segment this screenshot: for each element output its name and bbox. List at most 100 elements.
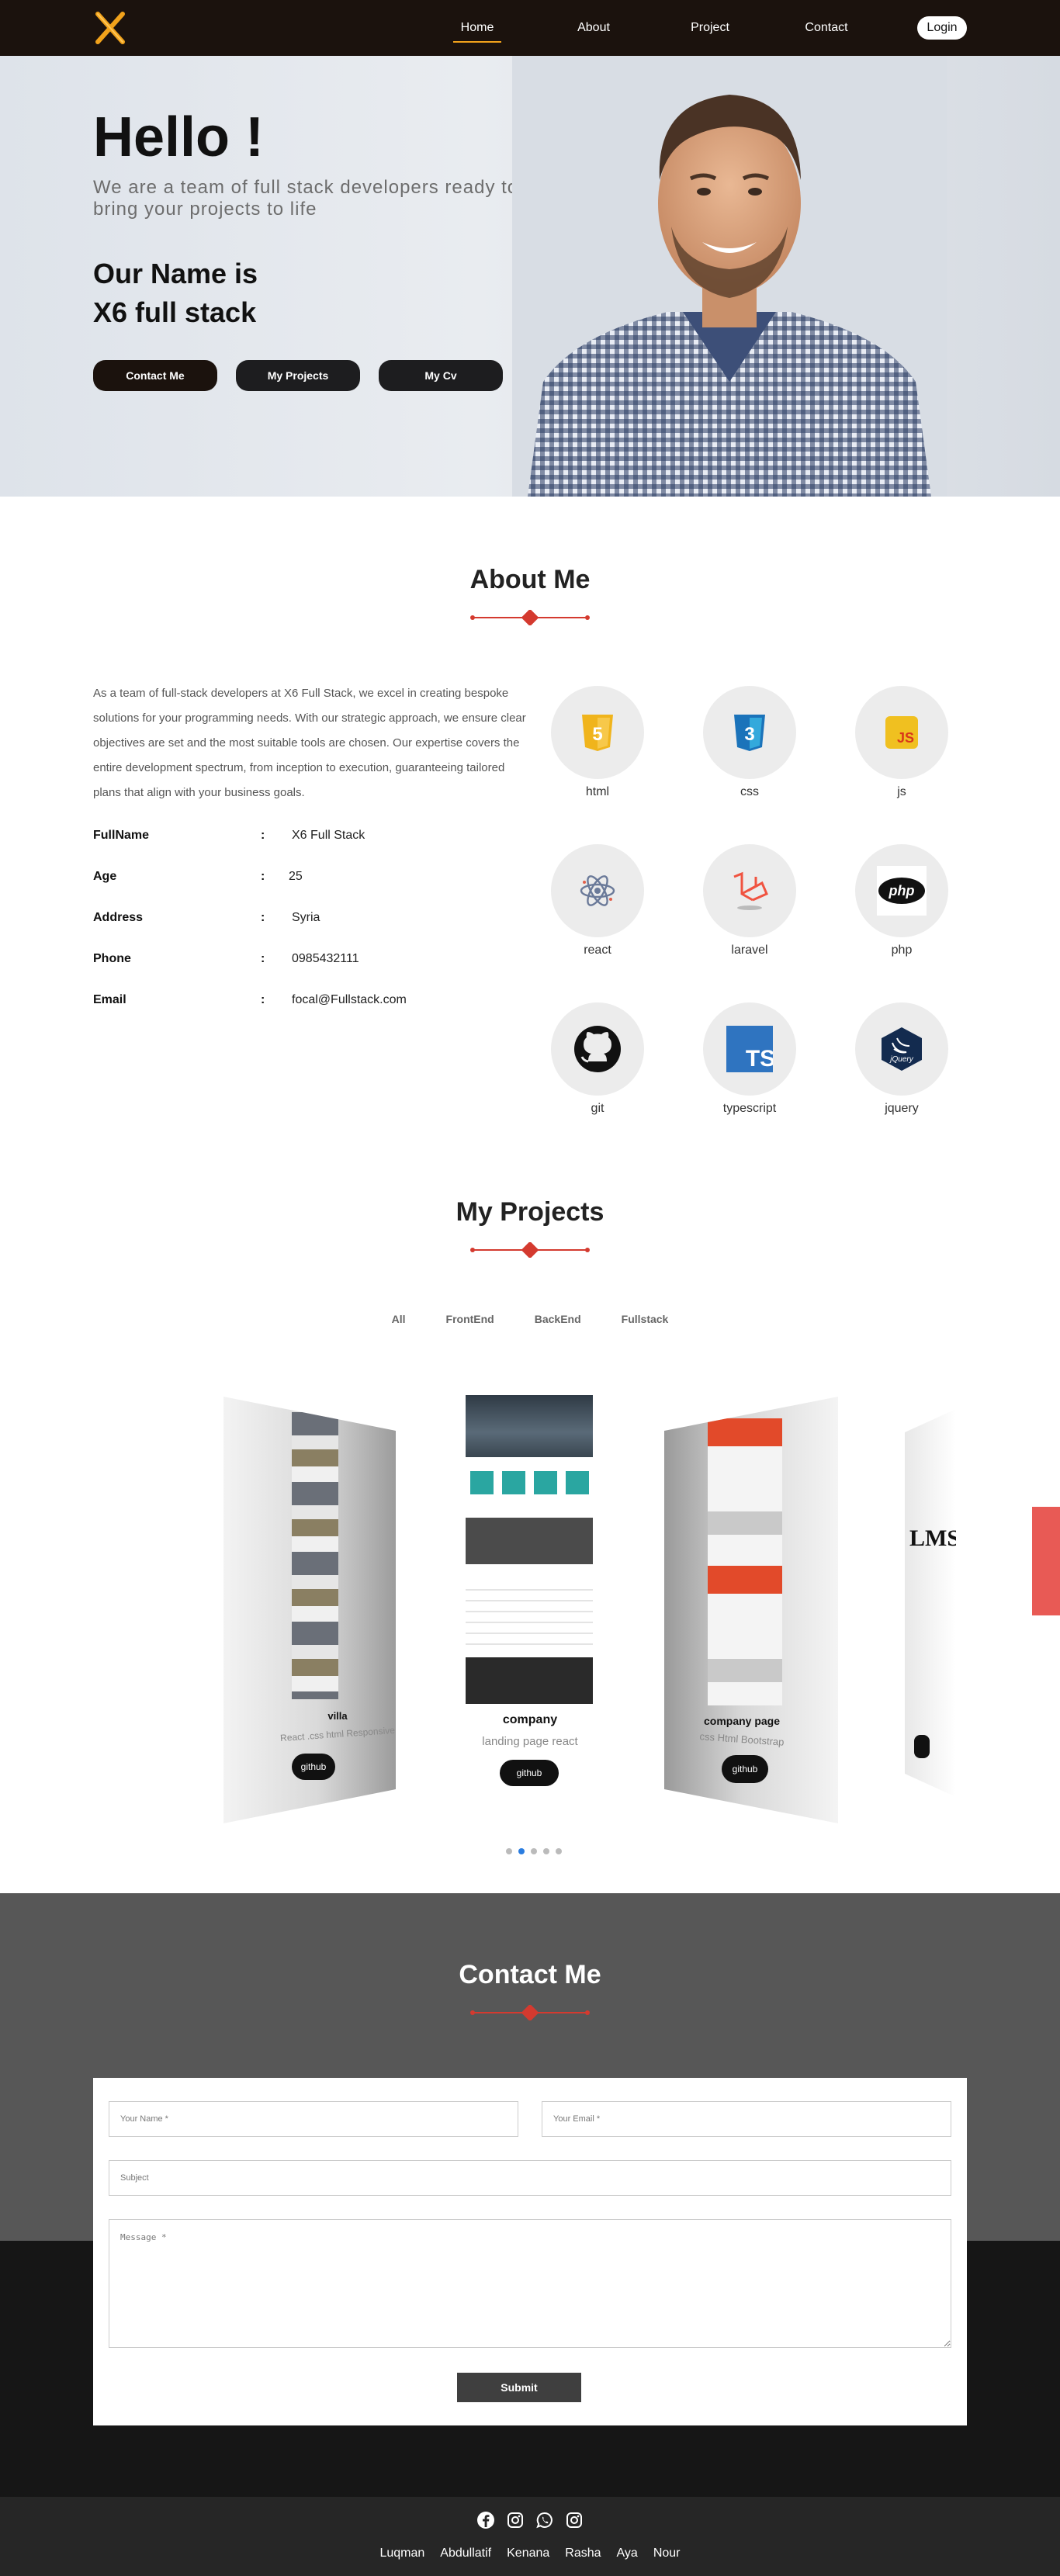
about-title: About Me xyxy=(469,565,591,594)
info-value: 25 xyxy=(289,870,303,883)
skill-label: react xyxy=(584,943,611,957)
filter-frontend[interactable]: FrontEnd xyxy=(446,1313,494,1325)
nav-about[interactable]: About xyxy=(535,21,652,35)
project-card-villa[interactable]: villa React .css html Responsive github xyxy=(223,1397,396,1823)
html5-icon: 5 xyxy=(582,715,613,751)
github-button[interactable] xyxy=(914,1735,930,1758)
skill-label: css xyxy=(740,785,759,798)
css3-icon: 3 xyxy=(734,715,765,751)
jquery-icon: jQuery xyxy=(882,1027,922,1071)
svg-text:3: 3 xyxy=(744,724,754,745)
info-row-fullname: FullName : X6 Full Stack xyxy=(93,824,497,865)
team-name[interactable]: Aya xyxy=(617,2547,638,2560)
carousel-dot[interactable] xyxy=(531,1848,537,1854)
subject-input[interactable] xyxy=(109,2160,951,2196)
svg-text:jQuery: jQuery xyxy=(889,1055,913,1064)
laravel-icon xyxy=(733,871,768,910)
team-name[interactable]: Kenana xyxy=(507,2547,549,2560)
react-icon xyxy=(580,875,615,906)
projects-title: My Projects xyxy=(456,1197,604,1227)
github-icon xyxy=(574,1026,621,1072)
info-key: Age xyxy=(93,870,117,883)
login-button[interactable]: Login xyxy=(917,16,967,40)
submit-button[interactable]: Submit xyxy=(457,2373,581,2402)
info-key: FullName xyxy=(93,829,150,842)
skill-git: git xyxy=(549,1002,646,1116)
team-name[interactable]: Rasha xyxy=(565,2547,601,2560)
info-separator: : xyxy=(261,911,265,924)
contact-form: Submit xyxy=(93,2078,967,2425)
skill-react: react xyxy=(549,844,646,957)
section-divider-icon xyxy=(470,2005,590,2020)
info-row-email: Email : focal@Fullstack.com xyxy=(93,989,497,1030)
whatsapp-icon[interactable] xyxy=(535,2511,554,2529)
typescript-icon: TS xyxy=(726,1026,773,1072)
project-subtitle: css Html Bootstrap xyxy=(699,1730,785,1748)
project-screenshot xyxy=(466,1395,593,1705)
info-separator: : xyxy=(261,870,265,883)
info-value: X6 Full Stack xyxy=(292,829,365,842)
info-separator: : xyxy=(261,829,265,842)
github-button[interactable]: github xyxy=(722,1755,768,1783)
filter-fullstack[interactable]: Fullstack xyxy=(622,1313,669,1325)
team-name[interactable]: Abdullatif xyxy=(440,2547,491,2560)
facebook-icon[interactable] xyxy=(476,2511,495,2529)
nav-contact[interactable]: Contact xyxy=(768,21,885,35)
carousel-dot-active[interactable] xyxy=(518,1848,525,1854)
info-key: Phone xyxy=(93,952,131,965)
section-divider-icon xyxy=(470,1242,590,1258)
project-card-company-page[interactable]: company page css Html Bootstrap github xyxy=(664,1397,838,1823)
team-name[interactable]: Luqman xyxy=(379,2547,424,2560)
svg-text:JS: JS xyxy=(897,730,914,746)
info-table: FullName : X6 Full Stack Age : 25 Addres… xyxy=(93,824,497,1030)
hero-title: Hello ! xyxy=(93,106,265,168)
project-card-company[interactable]: company landing page react github xyxy=(462,1395,598,1806)
svg-text:TS: TS xyxy=(746,1046,773,1072)
github-button[interactable]: github xyxy=(292,1754,335,1780)
project-filters: All FrontEnd BackEnd Fullstack xyxy=(0,1313,1060,1325)
email-input[interactable] xyxy=(542,2101,951,2137)
skill-label: git xyxy=(591,1102,604,1115)
hero-subtitle: We are a team of full stack developers r… xyxy=(93,177,519,220)
filter-backend[interactable]: BackEnd xyxy=(535,1313,581,1325)
info-row-age: Age : 25 xyxy=(93,865,497,906)
message-textarea[interactable] xyxy=(109,2219,951,2348)
nav-project[interactable]: Project xyxy=(652,21,768,35)
project-screenshot xyxy=(292,1412,338,1699)
info-key: Email xyxy=(93,993,126,1006)
carousel-dot[interactable] xyxy=(506,1848,512,1854)
instagram-icon[interactable] xyxy=(565,2511,584,2529)
info-separator: : xyxy=(261,993,265,1006)
skill-laravel: laravel xyxy=(701,844,798,957)
carousel-dot[interactable] xyxy=(543,1848,549,1854)
contact-me-button[interactable]: Contact Me xyxy=(93,360,217,391)
footer: Luqman Abdullatif Kenana Rasha Aya Nour xyxy=(0,2497,1060,2576)
info-separator: : xyxy=(261,952,265,965)
skill-label: html xyxy=(585,785,610,798)
my-cv-button[interactable]: My Cv xyxy=(379,360,503,391)
team-name[interactable]: Nour xyxy=(653,2547,681,2560)
skill-typescript: TS typescript xyxy=(701,1002,798,1116)
info-value: 0985432111 xyxy=(292,952,359,965)
logo-icon[interactable] xyxy=(93,11,127,45)
github-button[interactable]: github xyxy=(500,1760,559,1786)
project-card-lms[interactable]: LMS xyxy=(905,1409,956,1797)
name-input[interactable] xyxy=(109,2101,518,2137)
carousel-dot[interactable] xyxy=(556,1848,562,1854)
filter-all[interactable]: All xyxy=(392,1313,406,1325)
info-key: Address xyxy=(93,911,144,924)
project-title: company page xyxy=(703,1715,781,1727)
nav-home[interactable]: Home xyxy=(419,21,535,43)
carousel-dots xyxy=(503,1848,565,1854)
project-title: villa xyxy=(327,1710,348,1722)
section-divider-icon xyxy=(470,610,590,625)
top-navbar: Home About Project Contact Login xyxy=(0,0,1060,56)
skill-label: typescript xyxy=(722,1102,777,1115)
social-links xyxy=(0,2511,1060,2529)
projects-carousel[interactable]: villa React .css html Responsive github … xyxy=(0,1381,1060,1831)
project-subtitle: React .css html Responsive xyxy=(279,1724,396,1744)
skill-label: laravel xyxy=(731,943,768,957)
my-projects-button[interactable]: My Projects xyxy=(236,360,360,391)
instagram-icon[interactable] xyxy=(506,2511,525,2529)
hero-portrait-image xyxy=(512,56,947,497)
